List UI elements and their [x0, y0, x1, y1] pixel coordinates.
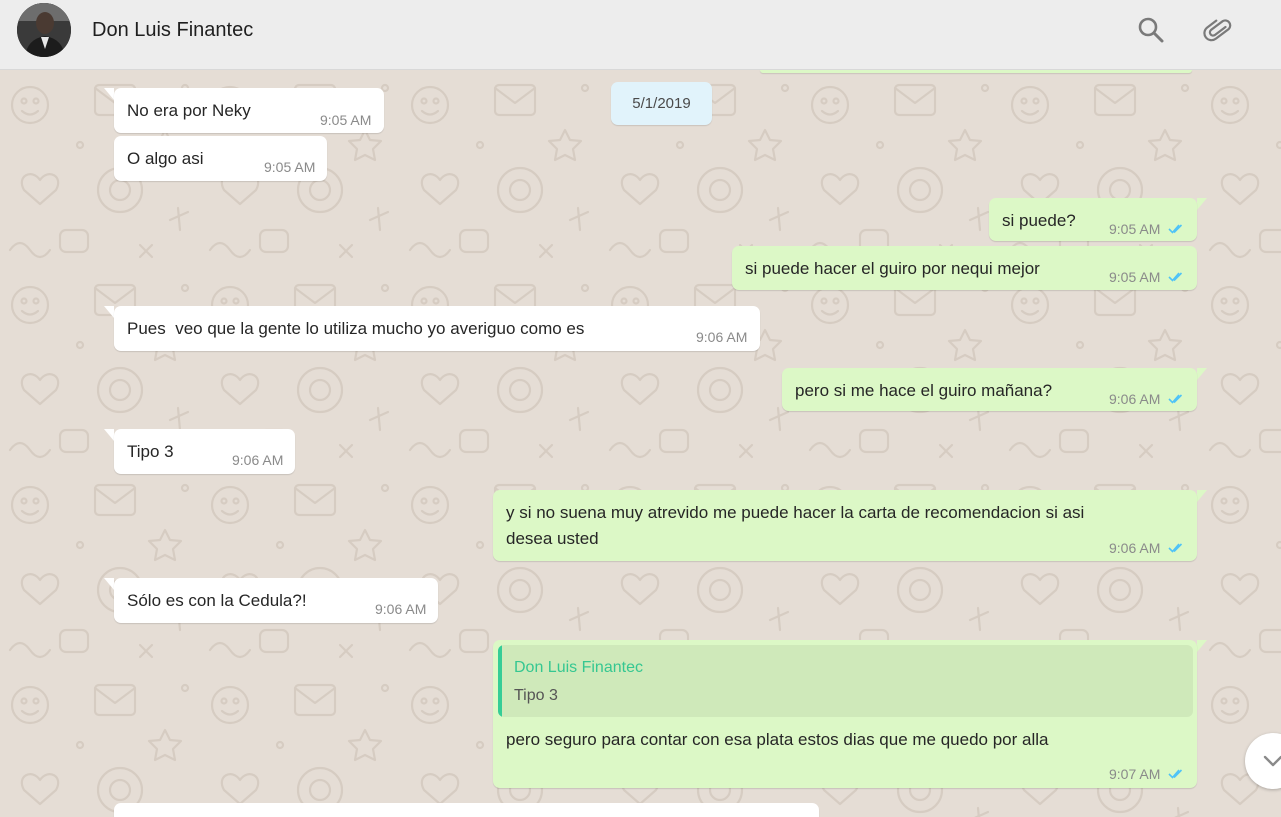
outgoing-tail [1197, 640, 1207, 652]
message-text: pero seguro para contar con esa plata es… [506, 730, 1049, 749]
message-time: 9:06 AM [1109, 540, 1161, 556]
message-text: desea usted [506, 529, 599, 548]
incoming-tail [104, 88, 114, 100]
incoming-message[interactable]: Sólo es con la Cedula?! 9:06 AM [114, 578, 438, 623]
chat-panel[interactable]: 5/1/2019 No era por Neky 9:05 AM O algo … [0, 70, 1281, 817]
previous-message-edge [760, 70, 1192, 73]
message-time: 9:06 AM [232, 452, 284, 468]
message-time: 9:05 AM [1109, 221, 1161, 237]
scroll-down-button[interactable] [1245, 733, 1281, 789]
chevron-down-icon [1263, 755, 1281, 767]
outgoing-message[interactable]: y si no suena muy atrevido me puede hace… [493, 490, 1197, 561]
message-text: Pues veo que la gente lo utiliza mucho y… [127, 319, 585, 338]
incoming-tail [104, 429, 114, 441]
outgoing-message[interactable]: si puede? 9:05 AM [989, 198, 1197, 241]
read-receipt-icon [1168, 394, 1183, 404]
search-icon[interactable] [1136, 15, 1166, 45]
incoming-message[interactable]: Pues veo que la gente lo utiliza mucho y… [114, 306, 760, 351]
message-text: y si no suena muy atrevido me puede hace… [506, 503, 1085, 522]
message-text: Tipo 3 [127, 442, 174, 461]
contact-name[interactable]: Don Luis Finantec [92, 19, 253, 42]
message-time: 9:06 AM [375, 601, 427, 617]
incoming-tail [104, 578, 114, 590]
read-receipt-icon [1168, 224, 1183, 234]
outgoing-reply-message[interactable]: Don Luis Finantec Tipo 3 pero seguro par… [493, 640, 1197, 788]
read-receipt-icon [1168, 769, 1183, 779]
message-text: si puede? [1002, 211, 1076, 230]
message-text: si puede hacer el guiro por nequi mejor [745, 259, 1040, 278]
message-text: O algo asi [127, 149, 204, 168]
outgoing-tail [1197, 368, 1207, 380]
message-text: No era por Neky [127, 101, 251, 120]
outgoing-message[interactable]: pero si me hace el guiro mañana? 9:06 AM [782, 368, 1197, 411]
paperclip-icon[interactable] [1203, 15, 1233, 45]
incoming-message[interactable]: Tipo 3 9:06 AM [114, 429, 295, 474]
outgoing-message[interactable]: si puede hacer el guiro por nequi mejor … [732, 246, 1197, 290]
incoming-message[interactable]: No era por Neky 9:05 AM [114, 88, 384, 133]
quoted-sender: Don Luis Finantec [514, 659, 643, 676]
message-time: 9:05 AM [1109, 269, 1161, 285]
incoming-message-partial[interactable] [114, 803, 819, 817]
quoted-message[interactable]: Don Luis Finantec Tipo 3 [498, 645, 1193, 717]
read-receipt-icon [1168, 543, 1183, 553]
date-separator: 5/1/2019 [611, 82, 712, 125]
outgoing-tail [1197, 198, 1207, 210]
quote-accent-bar [498, 645, 502, 717]
message-time: 9:06 AM [1109, 391, 1161, 407]
read-receipt-icon [1168, 272, 1183, 282]
message-text: pero si me hace el guiro mañana? [795, 381, 1053, 400]
incoming-message[interactable]: O algo asi 9:05 AM [114, 136, 327, 181]
message-time: 9:05 AM [264, 159, 316, 175]
incoming-tail [104, 306, 114, 318]
contact-avatar[interactable] [17, 3, 71, 57]
outgoing-tail [1197, 490, 1207, 502]
message-text: Sólo es con la Cedula?! [127, 591, 307, 610]
message-time: 9:06 AM [696, 329, 748, 345]
message-time: 9:07 AM [1109, 766, 1161, 782]
chat-header: Don Luis Finantec [0, 0, 1281, 70]
message-time: 9:05 AM [320, 112, 372, 128]
quoted-text: Tipo 3 [514, 687, 558, 704]
